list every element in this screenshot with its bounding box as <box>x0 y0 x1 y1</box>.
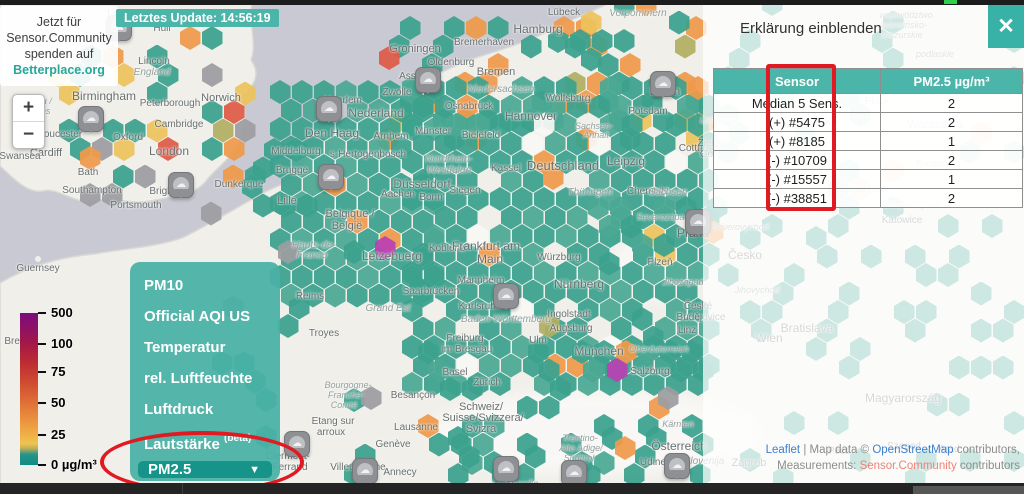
table-row: Median 5 Sens.2 <box>714 94 1023 113</box>
sensor-id-cell[interactable]: (-) #10709 <box>714 151 881 170</box>
attribution-line2: Measurements: Sensor.Community contribut… <box>766 458 1020 474</box>
donation-box: Jetzt für Sensor.Community spenden auf B… <box>0 6 118 86</box>
sensor-pin[interactable]: ☁ <box>650 71 676 97</box>
table-row: (-) #107092 <box>714 151 1023 170</box>
sensor-pin[interactable]: ☁ <box>316 96 342 122</box>
attribution-text: | Map data © <box>800 444 872 456</box>
legend-tick <box>38 434 46 436</box>
cloud-icon: ☁ <box>420 72 436 88</box>
app-window: LeedsHullLincolnEnglandBirminghamNorwich… <box>0 0 1024 494</box>
legend-tick-label: 0 µg/m³ <box>51 457 97 472</box>
attribution-line1: Leaflet | Map data © OpenStreetMap contr… <box>766 442 1020 458</box>
panel-title[interactable]: Erklärung einblenden <box>740 20 882 37</box>
betterplace-link[interactable]: Betterplace.org <box>13 63 105 77</box>
legend-tick-label: 75 <box>51 364 65 379</box>
cloud-icon: ☁ <box>289 436 305 452</box>
color-scale-legend: 5001007550250 µg/m³ <box>20 313 140 473</box>
legend-tick-label: 50 <box>51 395 65 410</box>
sensor-community-link[interactable]: Sensor.Community <box>860 460 957 472</box>
close-icon[interactable]: ✕ <box>988 5 1024 48</box>
osm-link[interactable]: OpenStreetMap <box>872 444 953 456</box>
layer-item-pm10[interactable]: PM10 <box>130 275 280 306</box>
layer-item-temperatur[interactable]: Temperatur <box>130 337 280 368</box>
taskbar-item[interactable] <box>913 486 1024 494</box>
legend-tick <box>38 371 46 373</box>
cloud-icon: ☁ <box>321 101 337 117</box>
attribution-text: contributors <box>957 460 1020 472</box>
legend-tick-label: 500 <box>51 305 73 320</box>
cloud-icon: ☁ <box>83 111 99 127</box>
layer-item-lautst-rke[interactable]: Lautstärke (beta) <box>130 430 280 461</box>
last-update-badge: Letztes Update: 14:56:19 <box>116 9 279 27</box>
sensor-pin[interactable]: ☁ <box>168 172 194 198</box>
sensor-table-header-value: PM2.5 µg/m³ <box>881 69 1023 94</box>
cloud-icon: ☁ <box>669 458 685 474</box>
layer-selected-pm25[interactable]: PM2.5 ▼ <box>138 461 272 478</box>
sensor-pin[interactable]: ☁ <box>318 164 344 190</box>
donation-line: Jetzt für <box>2 14 116 30</box>
attribution-text: contributors, <box>954 444 1020 456</box>
sensor-pin[interactable]: ☁ <box>664 453 690 479</box>
sensor-value-cell: 1 <box>881 132 1023 151</box>
sensor-pin[interactable]: ☁ <box>352 458 378 484</box>
zoom-in-button[interactable]: + <box>13 95 44 121</box>
taskbar-divider <box>182 483 183 494</box>
table-row: (-) #155571 <box>714 170 1023 189</box>
selected-layer-label: PM2.5 <box>138 461 191 478</box>
chevron-down-icon: ▼ <box>249 464 272 476</box>
sensor-value-cell: 2 <box>881 94 1023 113</box>
cloud-icon: ☁ <box>498 288 514 304</box>
donation-line: spenden auf <box>2 46 116 62</box>
beta-suffix: (beta) <box>224 433 251 444</box>
cloud-icon: ☁ <box>566 465 582 481</box>
taskbar <box>0 483 1024 494</box>
cloud-icon: ☁ <box>655 76 671 92</box>
sensor-table-header-sensor: Sensor <box>714 69 881 94</box>
layer-menu: PM10 Official AQI US Temperatur rel. Luf… <box>130 262 280 481</box>
sensor-id-cell[interactable]: (+) #8185 <box>714 132 881 151</box>
layer-item-luftdruck[interactable]: Luftdruck <box>130 399 280 430</box>
cloud-icon: ☁ <box>357 463 373 479</box>
layer-item-official-aqi-us[interactable]: Official AQI US <box>130 306 280 337</box>
sensor-pin[interactable]: ☁ <box>284 431 310 457</box>
sensor-id-cell[interactable]: (-) #15557 <box>714 170 881 189</box>
explanation-panel: Erklärung einblenden ✕ Sensor PM2.5 µg/m… <box>703 5 1024 483</box>
sensor-id-cell[interactable]: (+) #5475 <box>714 113 881 132</box>
sensor-value-cell: 1 <box>881 170 1023 189</box>
topbar-green-indicator <box>944 0 957 4</box>
sensor-pin[interactable]: ☁ <box>493 283 519 309</box>
zoom-control: + − <box>12 94 45 149</box>
legend-tick <box>38 402 46 404</box>
table-row: (-) #388512 <box>714 189 1023 208</box>
sensor-id-cell[interactable]: Median 5 Sens. <box>714 94 881 113</box>
attribution-text: Measurements: <box>777 460 859 472</box>
donation-line: Sensor.Community <box>2 30 116 46</box>
cloud-icon: ☁ <box>173 177 189 193</box>
legend-gradient-bar <box>20 313 38 465</box>
sensor-id-cell[interactable]: (-) #38851 <box>714 189 881 208</box>
table-row: (+) #54752 <box>714 113 1023 132</box>
sensor-pin[interactable]: ☁ <box>78 106 104 132</box>
table-row: (+) #81851 <box>714 132 1023 151</box>
leaflet-link[interactable]: Leaflet <box>766 444 801 456</box>
cloud-icon: ☁ <box>323 169 339 185</box>
map-attribution: Leaflet | Map data © OpenStreetMap contr… <box>766 442 1020 474</box>
sensor-value-cell: 2 <box>881 189 1023 208</box>
legend-tick-label: 25 <box>51 427 65 442</box>
cloud-icon: ☁ <box>498 461 514 477</box>
legend-tick <box>38 312 46 314</box>
sensor-pin[interactable]: ☁ <box>493 456 519 482</box>
sensor-table: Sensor PM2.5 µg/m³ Median 5 Sens.2(+) #5… <box>713 68 1023 208</box>
sensor-pin[interactable]: ☁ <box>415 67 441 93</box>
legend-tick <box>38 464 46 466</box>
legend-tick-label: 100 <box>51 336 73 351</box>
sensor-value-cell: 2 <box>881 151 1023 170</box>
browser-top-edge <box>0 0 1024 5</box>
sensor-value-cell: 2 <box>881 113 1023 132</box>
legend-tick <box>38 343 46 345</box>
zoom-out-button[interactable]: − <box>13 121 44 148</box>
layer-item-rel-luftfeuchte[interactable]: rel. Luftfeuchte <box>130 368 280 399</box>
